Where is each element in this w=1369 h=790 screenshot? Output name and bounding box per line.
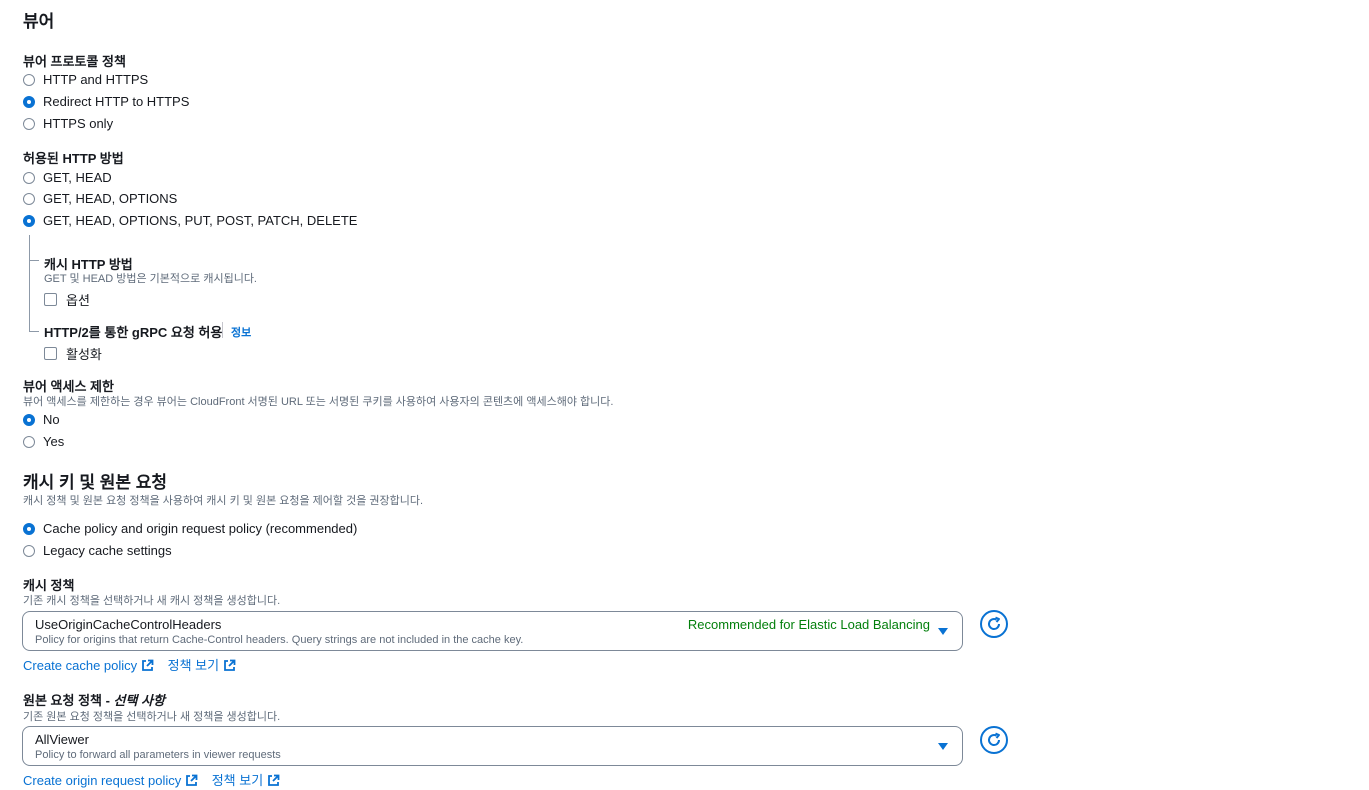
grpc-label: HTTP/2를 통한 gRPC 요청 허용 bbox=[44, 325, 223, 340]
radio-button-selected[interactable] bbox=[23, 413, 35, 426]
link-text: 정책 보기 bbox=[167, 658, 220, 673]
access-option-no[interactable]: No bbox=[23, 412, 60, 427]
radio-button[interactable] bbox=[23, 544, 35, 557]
protocol-option-http-and-https[interactable]: HTTP and HTTPS bbox=[23, 72, 148, 87]
restrict-access-description: 뷰어 액세스를 제한하는 경우 뷰어는 CloudFront 서명된 URL 또… bbox=[23, 396, 614, 408]
optional-marker: 선택 사항 bbox=[113, 693, 165, 708]
create-origin-policy-link[interactable]: Create origin request policy bbox=[23, 773, 198, 788]
viewer-protocol-label: 뷰어 프로토콜 정책 bbox=[23, 54, 126, 69]
radio-button-selected[interactable] bbox=[23, 95, 35, 108]
option-label: HTTP and HTTPS bbox=[43, 72, 149, 87]
methods-option-get-head[interactable]: GET, HEAD bbox=[23, 170, 112, 185]
checkbox-label: 옵션 bbox=[66, 293, 90, 308]
option-label: GET, HEAD, OPTIONS, PUT, POST, PATCH, DE… bbox=[43, 213, 358, 228]
option-label: GET, HEAD, OPTIONS bbox=[43, 191, 178, 206]
grpc-enable-checkbox-row[interactable]: 활성화 bbox=[44, 344, 102, 363]
option-label: HTTPS only bbox=[43, 116, 114, 131]
cache-key-option-policy[interactable]: Cache policy and origin request policy (… bbox=[23, 521, 357, 536]
external-link-icon bbox=[268, 774, 280, 786]
checkbox-label: 활성화 bbox=[66, 347, 102, 362]
external-link-icon bbox=[142, 659, 154, 671]
tree-connector bbox=[29, 331, 39, 332]
info-separator bbox=[222, 322, 223, 338]
radio-button[interactable] bbox=[23, 435, 35, 448]
methods-option-all[interactable]: GET, HEAD, OPTIONS, PUT, POST, PATCH, DE… bbox=[23, 213, 357, 228]
cache-policy-value: UseOriginCacheControlHeaders bbox=[35, 617, 222, 632]
external-link-icon bbox=[224, 659, 236, 671]
option-label: Legacy cache settings bbox=[43, 543, 172, 558]
refresh-icon bbox=[988, 732, 1001, 746]
origin-policy-label: 원본 요청 정책 - 선택 사항 bbox=[23, 690, 165, 709]
cache-key-option-legacy[interactable]: Legacy cache settings bbox=[23, 543, 172, 558]
caret-down-icon bbox=[938, 743, 948, 750]
view-origin-policy-link[interactable]: 정책 보기 bbox=[212, 773, 280, 788]
origin-policy-select[interactable]: AllViewer Policy to forward all paramete… bbox=[22, 726, 963, 766]
radio-button[interactable] bbox=[23, 117, 35, 130]
radio-button-selected[interactable] bbox=[23, 522, 35, 535]
link-text: Create cache policy bbox=[23, 658, 138, 673]
cache-methods-description: GET 및 HEAD 방법은 기본적으로 캐시됩니다. bbox=[44, 273, 257, 285]
checkbox[interactable] bbox=[44, 347, 57, 360]
checkbox[interactable] bbox=[44, 293, 57, 306]
external-link-icon bbox=[186, 774, 198, 786]
option-label: Cache policy and origin request policy (… bbox=[43, 521, 358, 536]
nested-tree-line bbox=[29, 235, 30, 332]
refresh-cache-policy-button[interactable] bbox=[980, 610, 1008, 638]
cache-policy-value-description: Policy for origins that return Cache-Con… bbox=[35, 634, 524, 646]
create-cache-policy-link[interactable]: Create cache policy bbox=[23, 658, 154, 673]
cache-policy-select[interactable]: UseOriginCacheControlHeaders Policy for … bbox=[22, 611, 963, 651]
radio-button[interactable] bbox=[23, 171, 35, 184]
link-text: Create origin request policy bbox=[23, 773, 182, 788]
protocol-option-redirect[interactable]: Redirect HTTP to HTTPS bbox=[23, 94, 189, 109]
cache-key-description: 캐시 정책 및 원본 요청 정책을 사용하여 캐시 키 및 원본 요청을 제어할… bbox=[23, 495, 424, 507]
radio-button-selected[interactable] bbox=[23, 214, 35, 227]
refresh-origin-policy-button[interactable] bbox=[980, 726, 1008, 754]
option-label: No bbox=[43, 412, 60, 427]
origin-policy-links: Create origin request policy 정책 보기 bbox=[23, 770, 280, 790]
origin-policy-description: 기존 원본 요청 정책을 선택하거나 새 정책을 생성합니다. bbox=[23, 711, 281, 723]
grpc-info-link[interactable]: 정보 bbox=[231, 324, 251, 340]
radio-button[interactable] bbox=[23, 73, 35, 86]
access-option-yes[interactable]: Yes bbox=[23, 434, 64, 449]
origin-policy-value: AllViewer bbox=[35, 732, 89, 747]
origin-policy-value-description: Policy to forward all parameters in view… bbox=[35, 749, 281, 761]
origin-policy-label-text: 원본 요청 정책 - bbox=[23, 693, 114, 708]
link-text: 정책 보기 bbox=[211, 773, 264, 788]
refresh-icon bbox=[988, 616, 1001, 630]
cache-policy-links: Create cache policy 정책 보기 bbox=[23, 655, 236, 675]
view-cache-policy-link[interactable]: 정책 보기 bbox=[168, 658, 236, 673]
cache-policy-description: 기존 캐시 정책을 선택하거나 새 캐시 정책을 생성합니다. bbox=[23, 595, 281, 607]
protocol-option-https-only[interactable]: HTTPS only bbox=[23, 116, 113, 131]
allowed-methods-label: 허용된 HTTP 방법 bbox=[23, 151, 124, 166]
option-label: GET, HEAD bbox=[43, 170, 112, 185]
radio-button[interactable] bbox=[23, 192, 35, 205]
cache-options-checkbox-row[interactable]: 옵션 bbox=[44, 290, 90, 309]
option-label: Redirect HTTP to HTTPS bbox=[43, 94, 190, 109]
recommended-tag: Recommended for Elastic Load Balancing bbox=[687, 617, 930, 632]
tree-connector bbox=[29, 260, 39, 261]
option-label: Yes bbox=[43, 434, 65, 449]
caret-down-icon bbox=[938, 628, 948, 635]
cache-key-title: 캐시 키 및 원본 요청 bbox=[23, 473, 168, 492]
viewer-title: 뷰어 bbox=[23, 12, 55, 31]
methods-option-get-head-options[interactable]: GET, HEAD, OPTIONS bbox=[23, 191, 177, 206]
